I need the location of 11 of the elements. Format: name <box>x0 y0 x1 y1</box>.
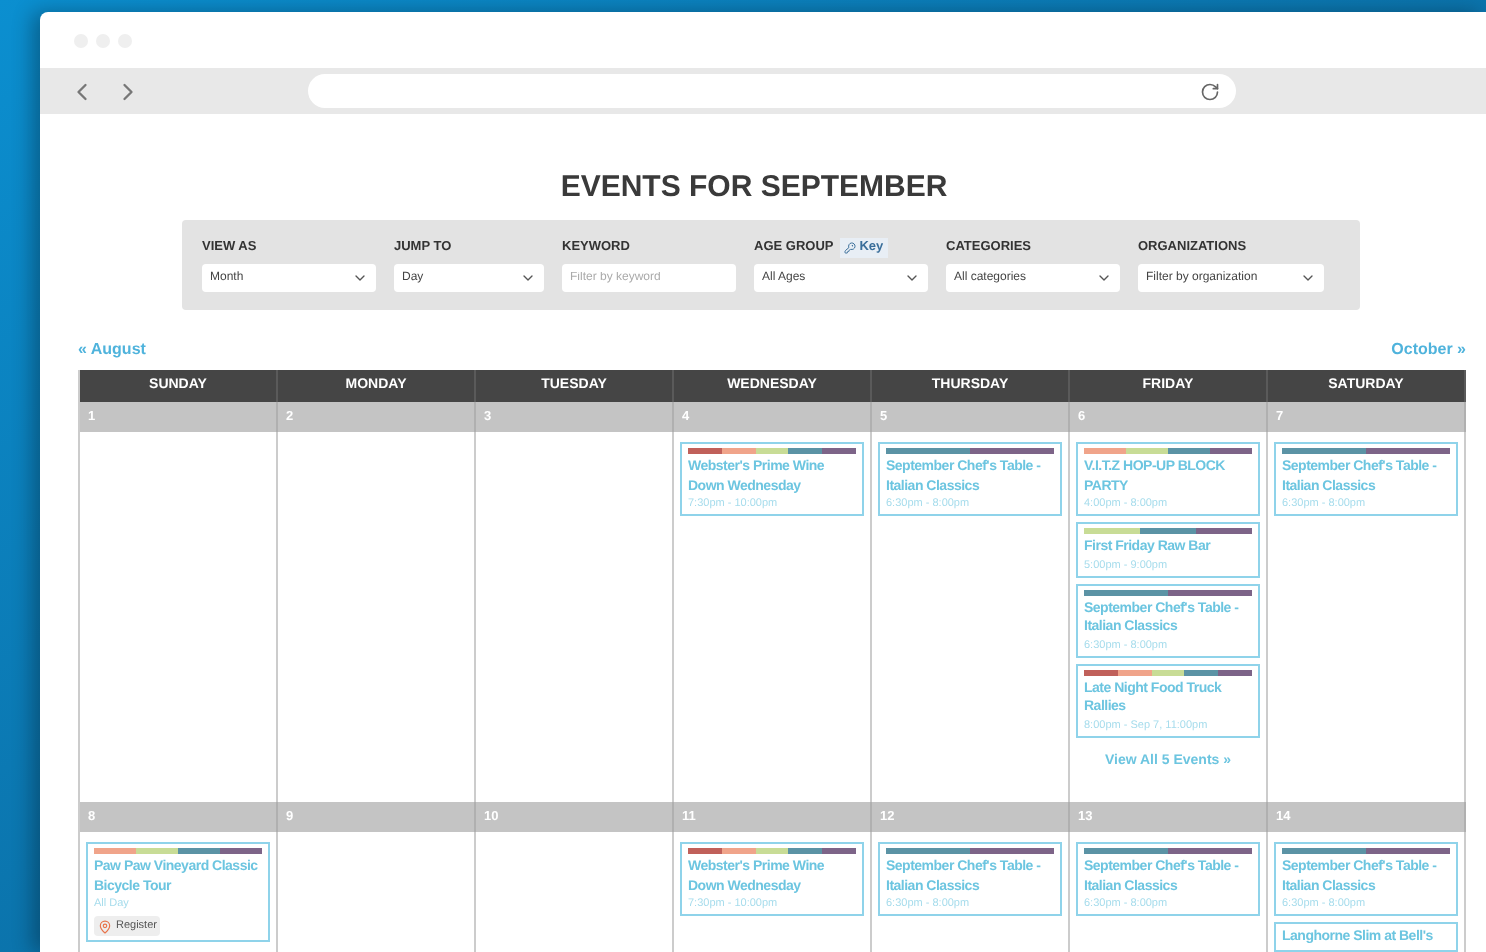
chevron-down-icon <box>904 270 920 286</box>
reload-icon[interactable] <box>1200 81 1220 102</box>
next-month-link[interactable]: October » <box>1391 337 1466 361</box>
previous-month-link[interactable]: « August <box>78 337 146 361</box>
chevron-down-icon <box>352 270 368 286</box>
map-pin-icon <box>98 919 112 933</box>
chevron-down-icon <box>520 270 536 286</box>
key-icon <box>843 242 856 254</box>
chevron-down-icon <box>1300 270 1316 286</box>
page-title: EVENTS FOR SEPTEMBER <box>560 170 948 206</box>
chevron-down-icon <box>1096 270 1112 286</box>
